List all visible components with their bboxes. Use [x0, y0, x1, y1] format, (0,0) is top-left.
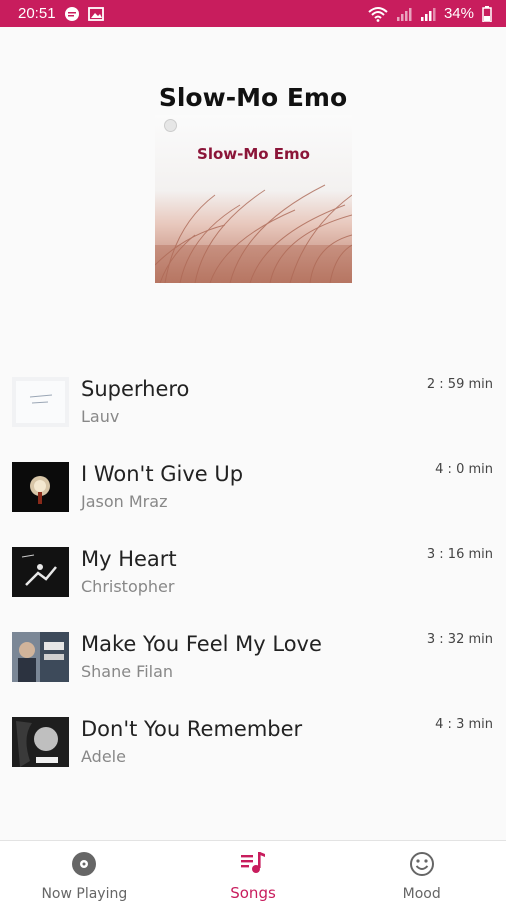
battery-icon	[482, 5, 492, 22]
song-artist: Adele	[81, 747, 126, 766]
list-item[interactable]: Don't You Remember Adele 4 : 3 min	[0, 705, 506, 775]
status-bar: 20:51 34%	[0, 0, 506, 27]
message-icon	[64, 6, 80, 22]
song-title: My Heart	[81, 547, 177, 571]
cover-badge-icon	[164, 119, 177, 132]
song-title: Don't You Remember	[81, 717, 303, 741]
song-artist: Christopher	[81, 577, 175, 596]
nav-label: Songs	[230, 884, 276, 902]
song-artist: Shane Filan	[81, 662, 174, 681]
song-duration: 4 : 0 min	[435, 462, 493, 477]
song-artist: Lauv	[81, 407, 120, 426]
nav-songs[interactable]: Songs	[169, 841, 338, 902]
gallery-icon	[87, 6, 104, 21]
wifi-icon	[368, 6, 388, 22]
album-art	[12, 377, 69, 427]
song-duration: 2 : 59 min	[426, 377, 493, 392]
playlist-icon	[240, 851, 266, 880]
album-art	[12, 547, 69, 597]
album-art	[12, 717, 69, 767]
nav-mood[interactable]: Mood	[337, 841, 506, 902]
nav-now-playing[interactable]: Now Playing	[0, 841, 169, 902]
list-item[interactable]: Superhero Lauv 2 : 59 min	[0, 365, 506, 435]
album-art	[12, 632, 69, 682]
list-item[interactable]: My Heart Christopher 3 : 16 min	[0, 535, 506, 605]
bottom-nav: Now Playing Songs Mood	[0, 840, 506, 902]
song-duration: 3 : 32 min	[426, 632, 493, 647]
song-artist: Jason Mraz	[81, 492, 168, 511]
list-item[interactable]: Make You Feel My Love Shane Filan 3 : 32…	[0, 620, 506, 690]
album-art	[12, 462, 69, 512]
clock: 20:51	[18, 5, 56, 22]
cover-title: Slow-Mo Emo	[197, 145, 310, 163]
smiley-icon	[409, 851, 435, 882]
signal-icon-2	[420, 7, 436, 21]
playlist-title: Slow-Mo Emo	[158, 83, 348, 112]
battery-percent: 34%	[443, 5, 474, 22]
song-title: I Won't Give Up	[81, 462, 244, 486]
song-duration: 3 : 16 min	[426, 547, 493, 562]
song-title: Superhero	[81, 377, 190, 401]
playlist-cover: Slow-Mo Emo	[155, 115, 352, 283]
list-item[interactable]: I Won't Give Up Jason Mraz 4 : 0 min	[0, 450, 506, 520]
song-duration: 4 : 3 min	[435, 717, 493, 732]
playlist-screen: Slow-Mo Emo Slow-Mo Emo Superhero Lauv 2…	[0, 27, 506, 840]
song-title: Make You Feel My Love	[81, 632, 322, 656]
signal-icon	[396, 7, 412, 21]
disc-icon	[71, 851, 97, 882]
